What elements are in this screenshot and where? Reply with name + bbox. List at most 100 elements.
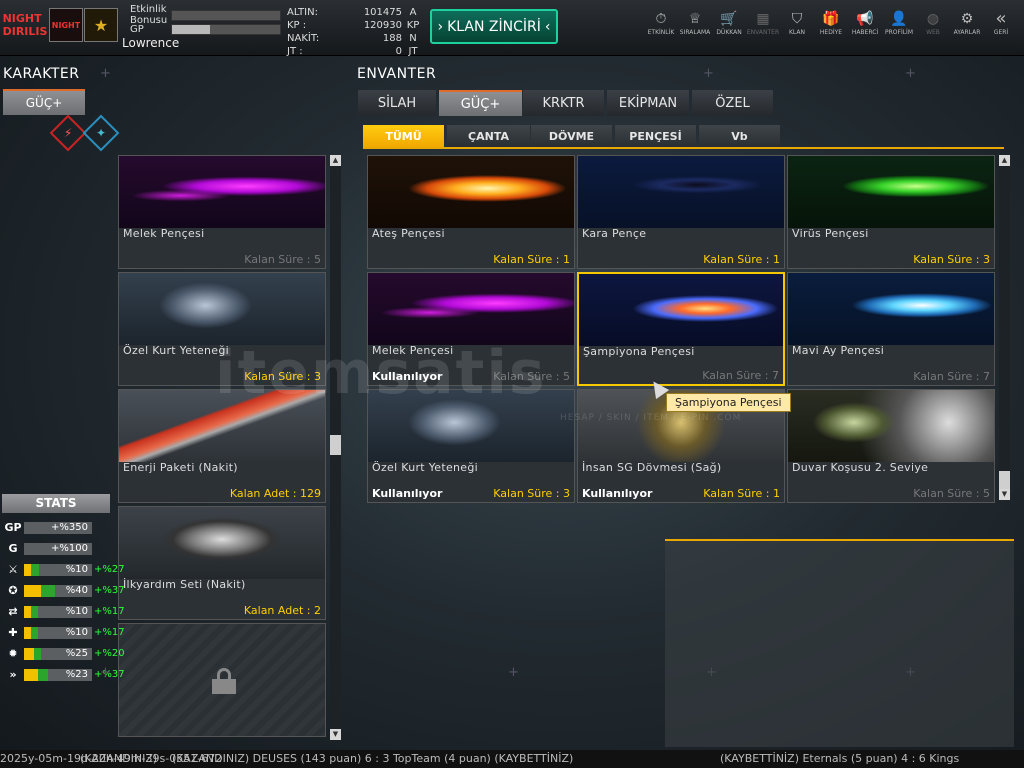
inventory-item-card[interactable]: Kara Pençe Kalan Süre : 1 [577,155,785,269]
character-item-card[interactable]: İlkyardım Seti (Nakit) Kalan Adet : 2 [118,506,326,620]
item-remaining: Kalan Süre : 3 [913,253,990,266]
item-name: Melek Pençesi [372,344,454,357]
menu-label: WEB [926,29,940,36]
inventory-icon: ▦ [756,11,770,27]
character-item-card[interactable]: Özel Kurt Yeteneği Kalan Süre : 3 [118,272,326,386]
scroll-up-icon[interactable]: ▲ [999,155,1010,166]
scroll-up-icon[interactable]: ▲ [330,155,341,166]
menu-haberci̇[interactable]: 📢 HABERCİ [848,10,882,37]
inventory-item-card[interactable]: Duvar Koşusu 2. Seviye Kalan Süre : 5 [787,389,995,503]
inventory-item-card[interactable]: Mavi Ay Pençesi Kalan Süre : 7 [787,272,995,386]
item-name: Kara Pençe [582,227,647,240]
menu-etki̇nli̇k[interactable]: ⏱ ETKİNLİK [644,10,678,37]
item-art [119,273,325,345]
stat-row: ⇄ %10 +%17 [2,601,124,622]
item-name: Duvar Koşusu 2. Seviye [792,461,929,474]
top-menu: ⏱ ETKİNLİK ♕ SIRALAMA 🛒 DÜKKAN ▦ ENVANTER ⛉ KLAN 🎁… [644,10,1018,37]
scroll-down-icon[interactable]: ▼ [330,729,341,740]
scroll-thumb[interactable] [330,435,341,455]
tab-equipment[interactable]: EKİPMAN [607,90,689,116]
subtab-all[interactable]: TÜMÜ [363,125,444,147]
menu-label: PROFİLİM [884,29,914,36]
menu-label: AYARLAR [953,29,981,36]
inventory-scrollbar[interactable]: ▲ ▼ [999,155,1010,500]
menu-label: HABERCİ [851,29,879,36]
stat-bar: +%350 [24,521,92,534]
stat-bonus-fill [31,563,39,576]
menu-hedi̇ye[interactable]: 🎁 HEDİYE [814,10,848,37]
clan-emblem[interactable]: NIGHT [49,8,83,42]
menu-siralama[interactable]: ♕ SIRALAMA [678,10,712,37]
subtab-claw[interactable]: PENÇESİ [615,125,696,147]
subtab-tattoo[interactable]: DÖVME [531,125,612,147]
stat-bar: %40 [24,584,92,597]
menu-klan[interactable]: ⛉ KLAN [780,10,814,37]
corner-marker: + [100,66,111,81]
stat-bar: +%100 [24,542,92,555]
clan-chain-label: KLAN ZİNCİRİ [447,18,541,35]
stat-icon: ✚ [8,626,18,639]
menu-label: ENVANTER [746,29,780,36]
item-name: İlkyardım Seti (Nakit) [123,578,246,591]
tab-character-power[interactable]: GÜÇ+ [3,89,85,115]
stat-base-fill [24,647,34,660]
item-name: Melek Pençesi [123,227,205,240]
stat-value: %10 [65,563,88,575]
character-item-card[interactable]: Enerji Paketi (Nakit) Kalan Adet : 129 [118,389,326,503]
item-art [368,390,574,462]
tab-character[interactable]: KRKTR [523,90,604,116]
item-name: Enerji Paketi (Nakit) [123,461,238,474]
tab-special[interactable]: ÖZEL [692,90,773,116]
clan-chain-button[interactable]: › KLAN ZİNCİRİ ‹ [430,9,558,44]
menu-dükkan[interactable]: 🛒 DÜKKAN [712,10,746,37]
stat-base-fill [24,668,38,681]
item-remaining: Kalan Süre : 1 [703,253,780,266]
inventory-item-card[interactable]: Virüs Pençesi Kalan Süre : 3 [787,155,995,269]
menu-profi̇li̇m[interactable]: 👤 PROFİLİM [882,10,916,37]
ticker-match-result-2: (KAYBETTİNİZ) Eternals (5 puan) 4 : 6 Ki… [720,752,960,765]
inventory-item-card[interactable]: Özel Kurt Yeteneği Kullanılıyor Kalan Süre… [367,389,575,503]
item-name: Özel Kurt Yeteneği [372,461,479,474]
scroll-thumb[interactable] [999,471,1010,491]
item-name: Virüs Pençesi [792,227,869,240]
subtab-misc[interactable]: Vb [699,125,780,147]
item-tooltip: Şampiyona Pençesi [666,393,791,412]
item-remaining: Kalan Süre : 7 [702,369,779,382]
stat-row: ✪ %40 +%37 [2,580,124,601]
class-assault-icon[interactable]: ⚡ [49,114,87,152]
stat-icon: GP [4,521,22,534]
menu-ayarlar[interactable]: ⚙ AYARLAR [950,10,984,37]
rank-emblem[interactable]: ★ [84,8,118,42]
inventory-item-card[interactable]: Ateş Pençesi Kalan Süre : 1 [367,155,575,269]
scroll-down-icon[interactable]: ▼ [999,489,1010,500]
menu-label: SIRALAMA [679,29,711,36]
stat-bar: %23 [24,668,92,681]
profile-icon: 👤 [890,11,908,27]
inventory-item-card[interactable]: Şampiyona Pençesi Kalan Süre : 7 [577,272,785,386]
stats-panel: STATS GP +%350 G +%100 ⚔ %10 +%27 ✪ %40 +%37 ⇄ %10 +… [2,494,125,681]
padlock-icon [212,668,236,694]
menu-web[interactable]: ◍ WEB [916,10,950,37]
tab-power[interactable]: GÜÇ+ [439,90,522,116]
stat-base-fill [24,626,31,639]
stat-row: ✹ %25 +%20 [2,643,124,664]
event-bonus-label: Etkinlik Bonusu [130,4,168,26]
menu-envanter[interactable]: ▦ ENVANTER [746,10,780,37]
stat-value: +%350 [51,521,88,533]
tab-weapon[interactable]: SİLAH [358,90,436,116]
item-art [579,274,783,346]
inventory-item-card[interactable]: Melek Pençesi Kullanılıyor Kalan Süre : 5 [367,272,575,386]
corner-marker: + [508,665,519,680]
item-remaining: Kalan Süre : 3 [244,370,321,383]
character-list-scrollbar[interactable]: ▲ ▼ [330,155,341,740]
corner-marker: + [905,66,916,81]
subtab-bag[interactable]: ÇANTA [447,125,530,147]
currency-jt: JT :0 JT [287,46,418,57]
stat-bonus-fill [38,668,48,681]
character-item-card[interactable]: Melek Pençesi Kalan Süre : 5 [118,155,326,269]
item-remaining: Kalan Süre : 3 [493,487,570,500]
menu-label: HEDİYE [819,29,843,36]
class-scout-icon[interactable]: ✦ [82,114,120,152]
menu-geri̇[interactable]: «GERİ [984,10,1018,37]
stat-icon: » [9,668,17,681]
